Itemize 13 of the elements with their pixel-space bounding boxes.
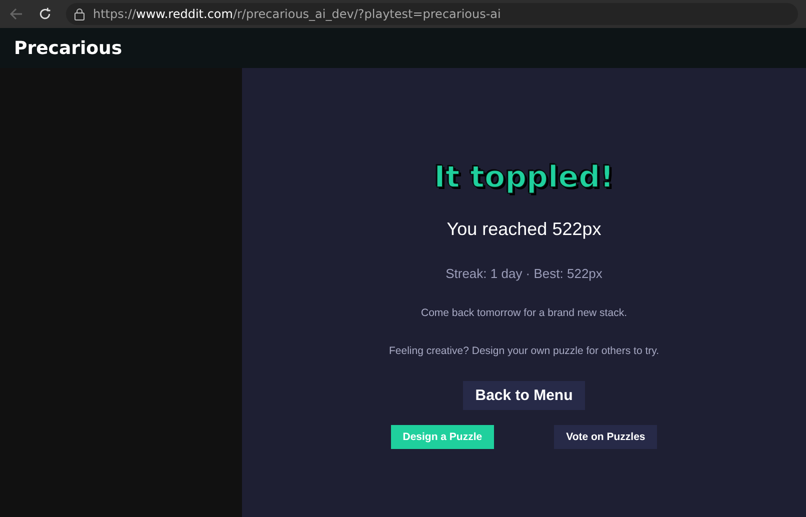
reload-icon[interactable] [38, 7, 52, 21]
url-text: https://www.reddit.com/r/precarious_ai_dev/?playtest=precarious-ai [93, 7, 501, 21]
lock-icon [74, 8, 85, 20]
back-to-menu-button[interactable]: Back to Menu [463, 381, 585, 410]
vote-button[interactable]: Vote on Puzzles [554, 425, 658, 449]
back-icon[interactable] [8, 6, 24, 22]
app-title: Precarious [14, 38, 122, 58]
result-text: You reached 522px [446, 219, 602, 240]
game-heading: It toppled! [434, 160, 614, 195]
message-text: Come back tomorrow for a brand new stack. [420, 307, 627, 319]
prompt-text: Feeling creative? Design your own puzzle for others to try. [388, 345, 660, 357]
streak-text: Streak: 1 day · Best: 522px [446, 266, 602, 281]
address-bar[interactable]: https://www.reddit.com/r/precarious_ai_dev/?playtest=precarious-ai [66, 3, 798, 25]
